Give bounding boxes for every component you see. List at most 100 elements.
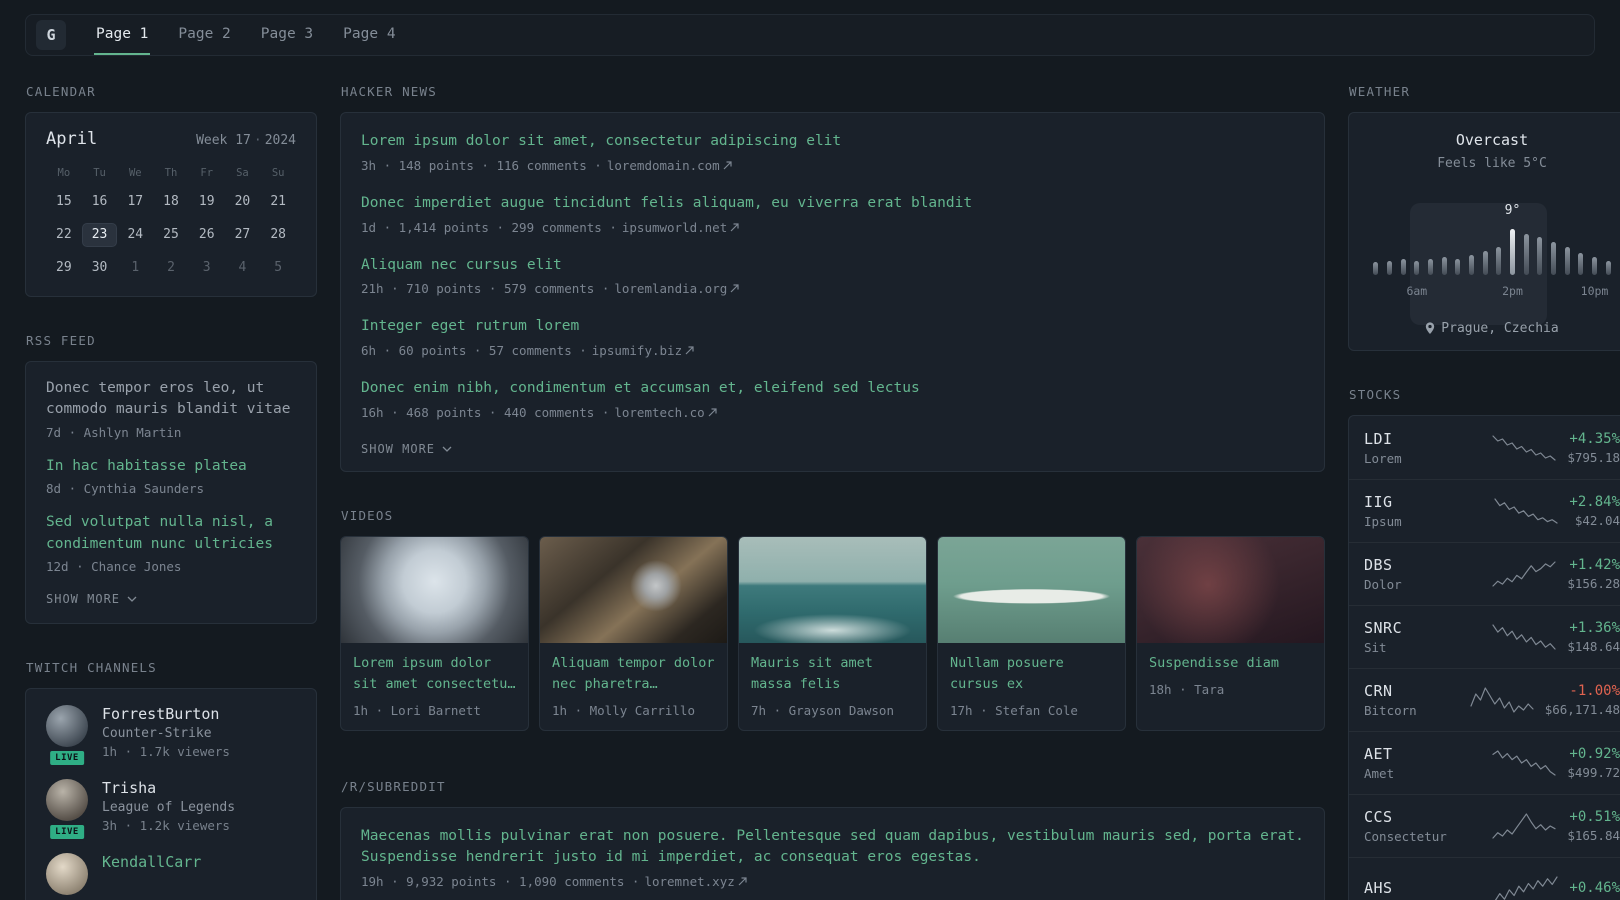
stock-row[interactable]: LDI Lorem +4.35% $795.18 (1349, 416, 1620, 479)
calendar-day-next-month: 5 (274, 260, 283, 275)
hn-item: Donec enim nibh, condimentum et accumsan… (361, 378, 1304, 420)
twitch-channel[interactable]: KendallCarr (46, 853, 296, 896)
video-title[interactable]: Suspendisse diam (1149, 653, 1312, 674)
dashboard-grid: CALENDAR April Week 17 · 2024 Mo Tu We Th … (0, 56, 1620, 900)
calendar-day: 19 (198, 194, 215, 209)
reddit-post-title[interactable]: Maecenas mollis pulvinar erat non posuer… (361, 826, 1304, 870)
rss-show-more-button[interactable]: SHOW MORE (46, 592, 137, 606)
stock-name: Lorem (1364, 450, 1402, 466)
video-title[interactable]: Mauris sit amet massa felis (751, 653, 914, 695)
stock-row[interactable]: AHS +0.46% (1349, 857, 1620, 900)
tab-page-1[interactable]: Page 1 (94, 15, 151, 55)
calendar-widget: CALENDAR April Week 17 · 2024 Mo Tu We Th … (25, 84, 317, 297)
video-thumbnail (540, 536, 727, 643)
video-title[interactable]: Lorem ipsum dolor sit amet consectetu… (353, 653, 516, 695)
stock-sparkline (1491, 623, 1557, 651)
channel-meta: 1h · 1.7k viewers (102, 744, 230, 760)
hn-item-domain[interactable]: ipsumify.biz (592, 343, 694, 358)
channel-name[interactable]: Trisha (102, 779, 235, 797)
stock-symbol: CCS (1364, 808, 1393, 826)
rss-item: Sed volutpat nulla nisl, a condimentum n… (46, 512, 296, 574)
app-logo[interactable]: G (36, 20, 66, 50)
video-title[interactable]: Nullam posuere cursus ex (950, 653, 1113, 695)
hn-item-title[interactable]: Donec imperdiet augue tincidunt felis al… (361, 193, 1304, 215)
page-tabs: Page 1 Page 2 Page 3 Page 4 (94, 15, 398, 55)
hackernews-header: HACKER NEWS (341, 84, 437, 99)
calendar-year: 2024 (264, 133, 296, 148)
stock-symbol: DBS (1364, 556, 1393, 574)
video-card[interactable]: Nullam posuere cursus ex 17h · Stefan Co… (937, 535, 1126, 731)
video-card[interactable]: Suspendisse diam 18h · Tara (1136, 535, 1325, 731)
hn-item-title[interactable]: Lorem ipsum dolor sit amet, consectetur … (361, 131, 1304, 153)
calendar-day: 27 (234, 227, 251, 242)
external-link-icon (723, 161, 732, 170)
rss-item-title[interactable]: Donec tempor eros leo, ut commodo mauris… (46, 378, 296, 421)
tab-page-3[interactable]: Page 3 (259, 15, 315, 55)
weather-current-temp: 9° (1504, 203, 1521, 218)
calendar-day: 16 (91, 194, 108, 209)
hackernews-show-more-button[interactable]: SHOW MORE (361, 442, 452, 456)
hn-item-meta: 6h · 60 points · 57 comments · ipsumify.… (361, 343, 1304, 358)
twitch-channel[interactable]: LIVE ForrestBurton Counter-Strike 1h · 1… (46, 705, 296, 768)
hn-item-domain[interactable]: ipsumworld.net (622, 220, 739, 235)
avatar: LIVE (46, 779, 88, 842)
stock-name: Sit (1364, 640, 1387, 655)
twitch-widget: TWITCH CHANNELS LIVE ForrestBurton Count… (25, 660, 317, 900)
calendar-week-label: Week 17 (196, 133, 251, 148)
video-thumbnail (938, 536, 1125, 643)
hn-item-title[interactable]: Aliquam nec cursus elit (361, 255, 1304, 277)
calendar-day: 15 (56, 194, 72, 209)
stock-row[interactable]: IIG Ipsum +2.84% $42.04 (1349, 479, 1620, 542)
stock-price: $165.84 (1567, 828, 1620, 843)
calendar-day: 17 (127, 194, 144, 209)
hn-item-domain[interactable]: loremtech.co (614, 405, 717, 420)
video-meta: 17h · Stefan Cole (950, 702, 1078, 718)
stock-change: +1.36% (1569, 620, 1620, 636)
video-title[interactable]: Aliquam tempor dolor nec pharetra… (552, 653, 715, 695)
middle-column: HACKER NEWS Lorem ipsum dolor sit amet, … (340, 84, 1325, 900)
subreddit-header: /R/SUBREDDIT (341, 778, 446, 794)
stock-row[interactable]: AET Amet +0.92% $499.72 (1349, 731, 1620, 794)
channel-game: Counter-Strike (102, 726, 212, 742)
tab-page-4[interactable]: Page 4 (341, 15, 397, 55)
hn-item-domain[interactable]: loremlandia.org (614, 281, 739, 296)
stock-price: $148.64 (1567, 639, 1620, 654)
hn-item-title[interactable]: Donec enim nibh, condimentum et accumsan… (361, 378, 1304, 400)
channel-name[interactable]: ForrestBurton (102, 705, 230, 723)
calendar-month: April (46, 129, 98, 149)
avatar (46, 853, 88, 896)
stock-row[interactable]: SNRC Sit +1.36% $148.64 (1349, 605, 1620, 668)
stock-sparkline (1493, 875, 1559, 900)
video-card[interactable]: Mauris sit amet massa felis 7h · Grayson… (738, 535, 927, 731)
hn-item-title[interactable]: Integer eget rutrum lorem (361, 316, 1304, 338)
weather-panel: Overcast Feels like 5°C 9° 6am 2pm 10pm Pr… (1348, 112, 1620, 351)
rss-item-title[interactable]: Sed volutpat nulla nisl, a condimentum n… (46, 512, 296, 555)
channel-avatar (46, 779, 88, 822)
tab-page-2[interactable]: Page 2 (176, 15, 232, 55)
hn-item: Lorem ipsum dolor sit amet, consectetur … (361, 131, 1304, 173)
stock-change: +4.35% (1569, 430, 1620, 447)
twitch-channel[interactable]: LIVE Trisha League of Legends 3h · 1.2k … (46, 779, 296, 842)
reddit-post-domain[interactable]: loremnet.xyz (644, 874, 747, 889)
hn-item-domain[interactable]: loremdomain.com (607, 158, 732, 173)
calendar-day-next-month: 2 (167, 260, 175, 275)
calendar-day: 20 (234, 194, 251, 209)
video-card[interactable]: Aliquam tempor dolor nec pharetra… 1h · … (539, 535, 728, 731)
stock-change: +2.84% (1569, 494, 1620, 510)
hn-item: Integer eget rutrum lorem 6h · 60 points… (361, 316, 1304, 358)
stock-row[interactable]: CCS Consectetur +0.51% $165.84 (1349, 794, 1620, 857)
stocks-header: STOCKS (1349, 387, 1402, 402)
stock-row[interactable]: DBS Dolor +1.42% $156.28 (1349, 542, 1620, 605)
video-card[interactable]: Lorem ipsum dolor sit amet consectetu… 1… (340, 535, 529, 731)
stock-sparkline (1491, 749, 1557, 777)
stock-row[interactable]: CRN Bitcorn -1.00% $66,171.48 (1349, 668, 1620, 731)
rss-item-title[interactable]: In hac habitasse platea (46, 456, 296, 477)
calendar-day: 26 (198, 227, 215, 242)
external-link-icon (738, 877, 747, 886)
reddit-post: Maecenas mollis pulvinar erat non posuer… (361, 826, 1304, 890)
hn-item: Aliquam nec cursus elit 21h · 710 points… (361, 255, 1304, 296)
calendar-day: 29 (56, 260, 72, 275)
hn-item-meta: 1d · 1,414 points · 299 comments · ipsum… (361, 220, 1304, 235)
calendar-dow: Fr (200, 167, 214, 179)
channel-name[interactable]: KendallCarr (102, 853, 201, 871)
